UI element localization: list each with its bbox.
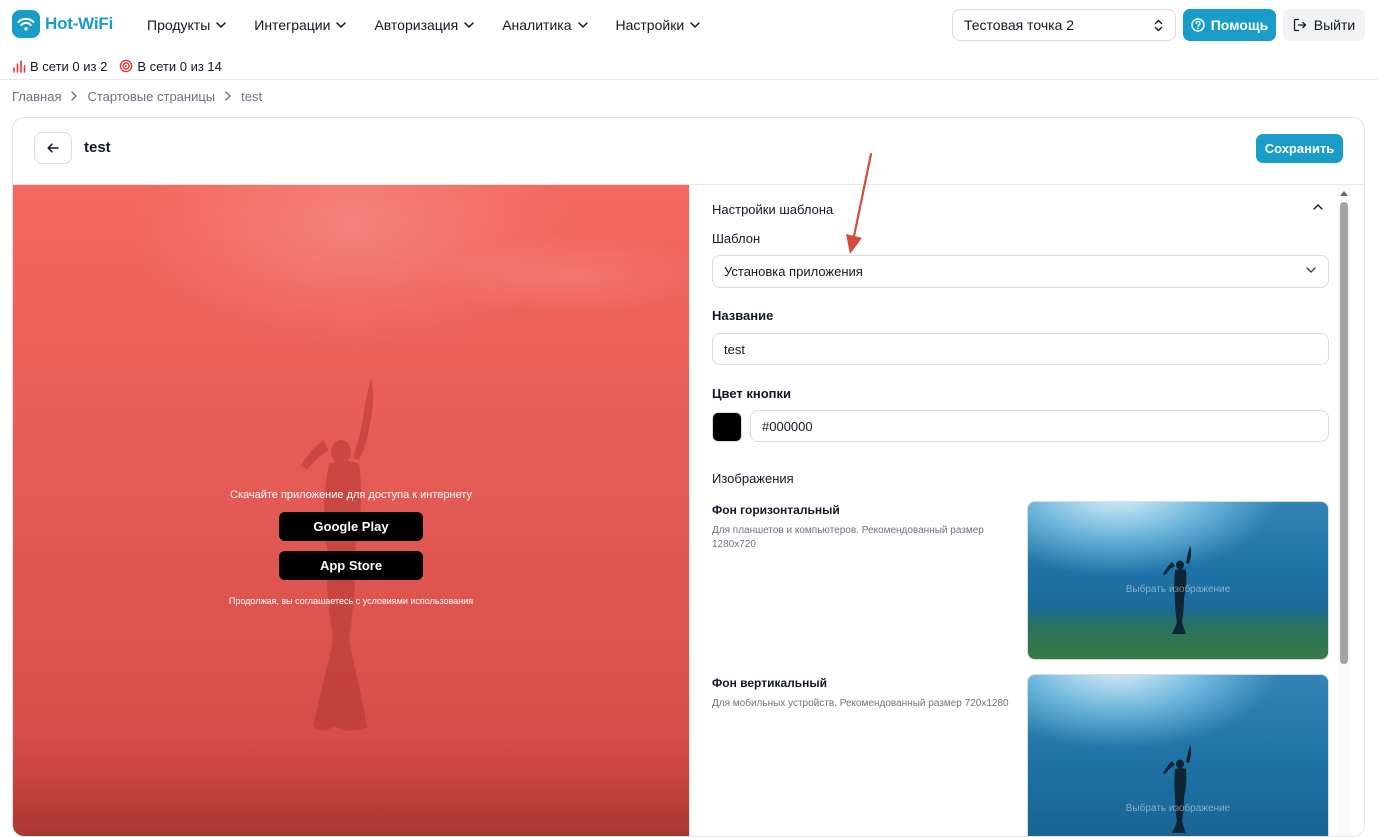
image-vertical-picker[interactable]: Выбрать изображение <box>1027 674 1329 836</box>
preview-content: Скачайте приложение для доступа к интерн… <box>13 489 689 606</box>
image-vertical-description: Для мобильных устройств. Рекомендованный… <box>712 698 1009 709</box>
status-online-points-text: В сети 0 из 2 <box>30 58 108 74</box>
image-horizontal-description: Для планшетов и компьютеров. Рекомендова… <box>712 525 984 550</box>
breadcrumb-start-pages[interactable]: Стартовые страницы <box>87 89 215 104</box>
brand-name: Hot-WiFi <box>45 14 114 33</box>
top-navbar: Hot-WiFi Продукты Интеграции Авторизация… <box>0 0 1378 50</box>
logout-icon <box>1293 18 1306 32</box>
back-button[interactable] <box>34 132 72 164</box>
nav-item-label: Интеграции <box>254 17 331 33</box>
status-online-devices-text: В сети 0 из 14 <box>137 58 222 74</box>
color-swatch[interactable] <box>712 412 742 442</box>
scroll-up-arrow-icon[interactable] <box>1340 190 1348 196</box>
header-divider <box>0 79 1378 80</box>
chevron-up-icon[interactable] <box>1313 204 1323 210</box>
target-icon <box>120 59 133 73</box>
chevron-down-icon <box>690 22 700 28</box>
help-circle-icon <box>1191 18 1205 32</box>
help-button[interactable]: Помощь <box>1183 9 1276 41</box>
logout-button-label: Выйти <box>1313 17 1356 33</box>
image-horizontal-title: Фон горизонтальный <box>712 503 840 517</box>
nav-item-label: Авторизация <box>374 17 459 33</box>
preview-heading: Скачайте приложение для доступа к интерн… <box>230 489 472 501</box>
preview-terms: Продолжая, вы соглашаетесь с условиями и… <box>228 596 474 606</box>
main-nav: Продукты Интеграции Авторизация Аналитик… <box>147 0 728 50</box>
chevron-right-icon <box>225 91 231 101</box>
google-play-button[interactable]: Google Play <box>279 512 423 541</box>
page-preview: Скачайте приложение для доступа к интерн… <box>13 185 689 836</box>
card-header: test Сохранить <box>13 118 1364 185</box>
nav-item-authorization[interactable]: Авторизация <box>374 17 474 33</box>
name-label: Название <box>712 308 774 323</box>
nav-item-label: Продукты <box>147 17 211 33</box>
scrollbar[interactable] <box>1337 185 1351 836</box>
chevron-up-down-icon <box>1154 19 1163 32</box>
brand-logo[interactable]: Hot-WiFi <box>12 10 113 38</box>
nav-item-settings[interactable]: Настройки <box>616 17 701 33</box>
app-store-button[interactable]: App Store <box>279 551 423 580</box>
scrollbar-thumb[interactable] <box>1340 202 1348 664</box>
image-vertical-pick-label: Выбрать изображение <box>1125 803 1231 814</box>
logout-button[interactable]: Выйти <box>1283 9 1365 41</box>
arrow-left-icon <box>47 143 59 153</box>
status-bar: В сети 0 из 2 В сети 0 из 14 <box>12 57 234 75</box>
chevron-down-icon <box>577 22 588 28</box>
chevron-down-icon <box>216 22 227 28</box>
breadcrumb-home[interactable]: Главная <box>12 89 61 104</box>
bar-chart-icon <box>13 59 26 73</box>
breadcrumb-current: test <box>241 88 263 104</box>
point-select[interactable]: Тестовая точка 2 <box>952 9 1176 41</box>
nav-item-integrations[interactable]: Интеграции <box>254 17 347 33</box>
nav-item-label: Настройки <box>615 17 685 33</box>
image-vertical-title: Фон вертикальный <box>712 676 828 690</box>
image-horizontal-picker[interactable]: Выбрать изображение <box>1027 501 1329 660</box>
section-title: Настройки шаблона <box>712 202 834 217</box>
page-title: test <box>84 139 111 156</box>
chevron-right-icon <box>71 91 78 101</box>
nav-item-analytics[interactable]: Аналитика <box>502 17 588 33</box>
template-settings-panel: Настройки шаблона Шаблон Установка прило… <box>689 185 1351 836</box>
chevron-down-icon <box>1306 267 1316 273</box>
editor-card: test Сохранить Скачайте приложение для д… <box>12 117 1365 837</box>
breadcrumb: Главная Стартовые страницы test <box>12 88 262 104</box>
status-online-devices[interactable]: В сети 0 из 14 <box>119 59 222 74</box>
save-button[interactable]: Сохранить <box>1256 134 1343 163</box>
image-horizontal-pick-label: Выбрать изображение <box>1125 584 1231 595</box>
button-color-label: Цвет кнопки <box>712 386 792 401</box>
template-label: Шаблон <box>712 231 761 246</box>
template-select-value: Установка приложения <box>724 264 863 279</box>
name-input[interactable] <box>712 333 1329 365</box>
nav-item-products[interactable]: Продукты <box>147 17 227 33</box>
button-color-input[interactable] <box>750 410 1329 442</box>
annotation-arrow <box>846 152 873 254</box>
help-button-label: Помощь <box>1210 17 1269 33</box>
chevron-down-icon <box>336 22 347 28</box>
status-online-points[interactable]: В сети 0 из 2 <box>12 59 107 74</box>
chevron-down-icon <box>464 22 474 28</box>
nav-item-label: Аналитика <box>502 17 572 33</box>
template-select[interactable]: Установка приложения <box>712 255 1329 288</box>
point-select-value: Тестовая точка 2 <box>964 17 1075 33</box>
images-label: Изображения <box>712 471 794 486</box>
wifi-icon <box>12 10 40 38</box>
